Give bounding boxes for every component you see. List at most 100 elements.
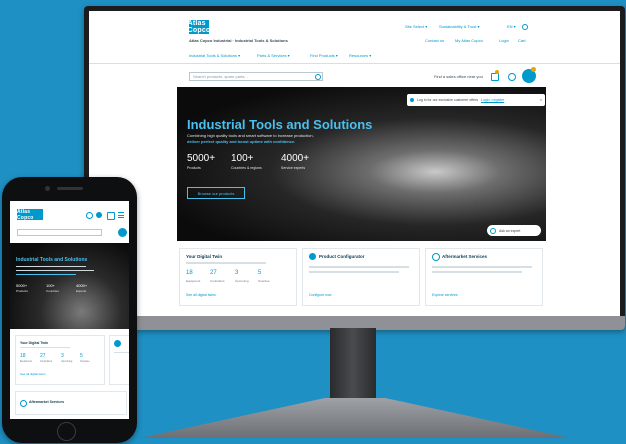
card-link[interactable]: See all digital twins xyxy=(20,372,46,376)
hero-banner: Industrial Tools and Solutions Combining… xyxy=(177,87,546,241)
stat-label: Experts xyxy=(76,289,87,293)
util-contact[interactable]: Contact us xyxy=(425,38,444,43)
metric-label: Overdue xyxy=(80,360,90,363)
util-my-account[interactable]: My Atlas Copco xyxy=(455,38,483,43)
card-link[interactable]: See all digital twins xyxy=(186,293,216,297)
hero-subtitle-1: Combining high quality tools and smart s… xyxy=(187,133,314,138)
brand-logo[interactable]: Atlas Copco xyxy=(188,20,210,34)
metric-value: 27 xyxy=(40,353,46,359)
desktop-screen: Atlas Copco Atlas Copco Industrial · Ind… xyxy=(89,11,620,316)
configurator-icon xyxy=(114,340,121,347)
nav-parts-services[interactable]: Parts & Services ▾ xyxy=(257,53,290,58)
metric-label: Equipment xyxy=(186,279,201,283)
card-title: Your Digital Twin xyxy=(186,254,223,259)
metric-value: 18 xyxy=(186,270,193,276)
card-text xyxy=(309,271,399,273)
stat-value-products: 5000+ xyxy=(187,153,216,164)
language-select[interactable]: EN ▾ xyxy=(507,24,516,29)
nav-industrial-tools[interactable]: Industrial Tools & Solutions ▾ xyxy=(189,53,240,58)
mobile-hero-title: Industrial Tools and Solutions xyxy=(16,257,88,263)
card-text xyxy=(20,347,70,348)
hero-title: Industrial Tools and Solutions xyxy=(187,117,373,132)
user-icon[interactable] xyxy=(508,73,516,81)
toast-text: Log in for our exclusive customer offers xyxy=(417,98,479,102)
nav-resources[interactable]: Resources ▾ xyxy=(349,53,371,58)
metric-value: 5 xyxy=(80,353,83,359)
top-link-site-select[interactable]: Site Select ▾ xyxy=(405,24,427,29)
card-text xyxy=(309,266,409,268)
metric-value: 3 xyxy=(61,353,64,359)
mobile-card-aftermarket: Aftermarket Services xyxy=(15,391,127,415)
toast-login-link[interactable]: Login / register xyxy=(481,98,504,102)
login-offer-toast: Log in for our exclusive customer offers… xyxy=(407,94,545,106)
card-link[interactable]: Explore services xyxy=(432,293,458,297)
bell-icon[interactable] xyxy=(491,73,499,81)
card-link[interactable]: Configure now xyxy=(309,293,332,297)
mobile-card-configurator xyxy=(109,335,129,385)
configurator-icon xyxy=(309,253,316,260)
search-icon[interactable] xyxy=(86,212,93,219)
bell-icon[interactable] xyxy=(107,212,115,220)
chat-expert-button[interactable]: Ask an expert xyxy=(487,225,541,236)
front-camera xyxy=(45,186,50,191)
notification-badge xyxy=(495,70,499,74)
stat-value: 5000+ xyxy=(16,283,28,288)
util-cart[interactable]: Cart xyxy=(518,38,526,43)
cart-badge xyxy=(531,67,536,72)
mobile-card-digital-twin: Your Digital Twin 18 Equipment 27 Contro… xyxy=(15,335,105,385)
metric-value: 5 xyxy=(258,270,262,276)
stat-value-experts: 4000+ xyxy=(281,153,310,164)
mobile-screen: Atlas Copco Industrial Tools and Solutio… xyxy=(10,201,129,419)
card-title: Aftermarket Services xyxy=(442,254,488,259)
card-title: Product Configurator xyxy=(319,254,365,259)
dealer-locator[interactable]: Find a sales office near you xyxy=(434,74,483,79)
hero-text xyxy=(16,270,94,271)
info-icon xyxy=(410,98,414,102)
stat-label: Products xyxy=(16,289,28,293)
menu-icon[interactable] xyxy=(118,212,124,218)
card-aftermarket: Aftermarket Services Explore services xyxy=(425,248,543,306)
stat-label: Countries xyxy=(46,289,59,293)
card-digital-twin: Your Digital Twin 18 Equipment 27 Contro… xyxy=(179,248,297,306)
mobile-brand-logo[interactable]: Atlas Copco xyxy=(17,209,43,221)
top-link-sustainability[interactable]: Sustainability & Trust ▾ xyxy=(439,24,479,29)
card-text xyxy=(432,266,532,268)
stat-value-countries: 100+ xyxy=(231,153,254,164)
stat-label-products: Products xyxy=(187,166,201,170)
search-icon[interactable] xyxy=(315,74,321,80)
globe-icon[interactable] xyxy=(522,24,528,30)
services-icon xyxy=(20,400,27,407)
browse-products-button[interactable]: Browse our products xyxy=(187,187,245,199)
search-input[interactable]: Search products, spare parts... xyxy=(189,72,323,81)
phone-speaker xyxy=(57,187,83,190)
metric-value: 3 xyxy=(235,270,239,276)
metric-label: Equipment xyxy=(20,360,32,363)
metric-label: Overdue xyxy=(258,279,270,283)
hero-text xyxy=(16,274,76,275)
user-icon[interactable] xyxy=(96,212,102,218)
card-configurator: Product Configurator Configure now xyxy=(302,248,420,306)
chat-icon xyxy=(490,227,496,234)
metric-value: 18 xyxy=(20,353,26,359)
util-login[interactable]: Login xyxy=(499,38,509,43)
metric-label: Controllers xyxy=(40,360,53,363)
close-icon[interactable]: × xyxy=(540,98,542,102)
stat-label-experts: Service experts xyxy=(281,166,306,170)
stat-value: 100+ xyxy=(46,283,56,288)
metric-label: Upcoming xyxy=(235,279,249,283)
hero-subtitle-2: deliver perfect quality and boost uptime… xyxy=(187,139,296,144)
card-text xyxy=(432,271,522,273)
card-title: Aftermarket Services xyxy=(29,400,65,404)
desktop-monitor: Atlas Copco Atlas Copco Industrial · Ind… xyxy=(84,6,625,330)
hero-text xyxy=(16,266,86,267)
metric-label: Upcoming xyxy=(61,360,73,363)
header-divider xyxy=(89,63,620,64)
nav-find-products[interactable]: Find Products ▾ xyxy=(310,53,338,58)
monitor-base xyxy=(140,398,570,438)
mobile-search-input[interactable] xyxy=(17,229,102,236)
cart-icon[interactable] xyxy=(118,228,127,237)
card-title: Your Digital Twin xyxy=(20,341,49,345)
home-button[interactable] xyxy=(57,422,76,441)
mobile-phone: Atlas Copco Industrial Tools and Solutio… xyxy=(2,177,137,443)
mobile-hero-banner: Industrial Tools and Solutions 5000+ Pro… xyxy=(10,243,129,329)
